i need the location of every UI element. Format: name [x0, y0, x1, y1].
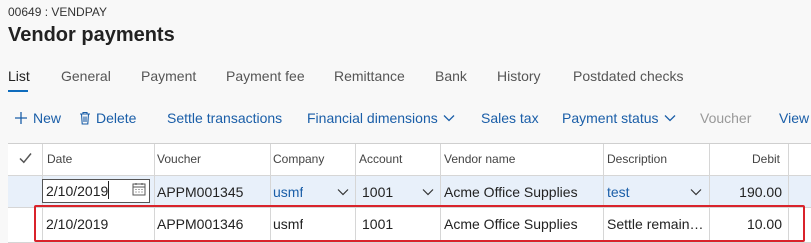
financial-dimensions-menu[interactable]: Financial dimensions [307, 110, 455, 126]
tab-bank[interactable]: Bank [435, 68, 467, 84]
tab-postdated-checks[interactable]: Postdated checks [573, 68, 684, 84]
view-label: View [779, 110, 810, 126]
trash-icon [79, 111, 91, 125]
chevron-down-icon[interactable] [422, 188, 434, 196]
payments-grid: Date Voucher Company Account Vendor name… [8, 143, 811, 243]
account-select[interactable]: 1001 [362, 184, 393, 200]
delete-button[interactable]: Delete [79, 110, 136, 126]
date-value: 2/10/2019 [46, 183, 109, 199]
column-header-company[interactable]: Company [273, 152, 324, 166]
description-select[interactable]: test [607, 184, 630, 200]
column-header-debit[interactable]: Debit [752, 152, 780, 166]
tab-payment[interactable]: Payment [141, 68, 196, 84]
chevron-down-icon[interactable] [337, 188, 349, 196]
tab-general[interactable]: General [61, 68, 111, 84]
chevron-down-icon[interactable] [690, 188, 702, 196]
chevron-down-icon [664, 114, 676, 122]
debit-cell: 190.00 [739, 184, 782, 200]
new-button-label: New [33, 110, 62, 126]
select-all-checkmark-icon[interactable] [19, 152, 32, 164]
voucher-label: Voucher [700, 110, 752, 126]
calendar-icon[interactable] [132, 182, 146, 196]
voucher-button[interactable]: Voucher [700, 110, 751, 126]
column-header-vendor-name[interactable]: Vendor name [444, 152, 515, 166]
column-header-date[interactable]: Date [47, 152, 72, 166]
plus-icon [14, 111, 28, 125]
column-header-account[interactable]: Account [359, 152, 402, 166]
voucher-cell: APPM001345 [157, 184, 244, 200]
column-header-description[interactable]: Description [607, 152, 667, 166]
sales-tax-button[interactable]: Sales tax [481, 110, 539, 126]
column-header-voucher[interactable]: Voucher [157, 152, 201, 166]
settle-transactions-button[interactable]: Settle transactions [167, 110, 282, 126]
tab-list[interactable]: List [8, 68, 30, 84]
payment-status-label: Payment status [562, 110, 659, 126]
delete-button-label: Delete [96, 110, 137, 126]
tab-remittance[interactable]: Remittance [334, 68, 405, 84]
active-tab-indicator [8, 90, 28, 92]
sales-tax-label: Sales tax [481, 110, 539, 126]
payment-status-menu[interactable]: Payment status [562, 110, 676, 126]
company-select[interactable]: usmf [273, 184, 303, 200]
highlight-annotation-box [34, 205, 805, 242]
page-title: Vendor payments [8, 24, 175, 46]
vendor-name-cell: Acme Office Supplies [444, 184, 578, 200]
tab-history[interactable]: History [497, 68, 541, 84]
text-cursor [108, 181, 109, 199]
tab-payment-fee[interactable]: Payment fee [226, 68, 305, 84]
chevron-down-icon [443, 114, 455, 122]
new-button[interactable]: New [14, 110, 61, 126]
settle-transactions-label: Settle transactions [167, 110, 283, 126]
breadcrumb: 00649 : VENDPAY [8, 5, 107, 19]
financial-dimensions-label: Financial dimensions [307, 110, 438, 126]
view-menu[interactable]: View [779, 110, 809, 126]
